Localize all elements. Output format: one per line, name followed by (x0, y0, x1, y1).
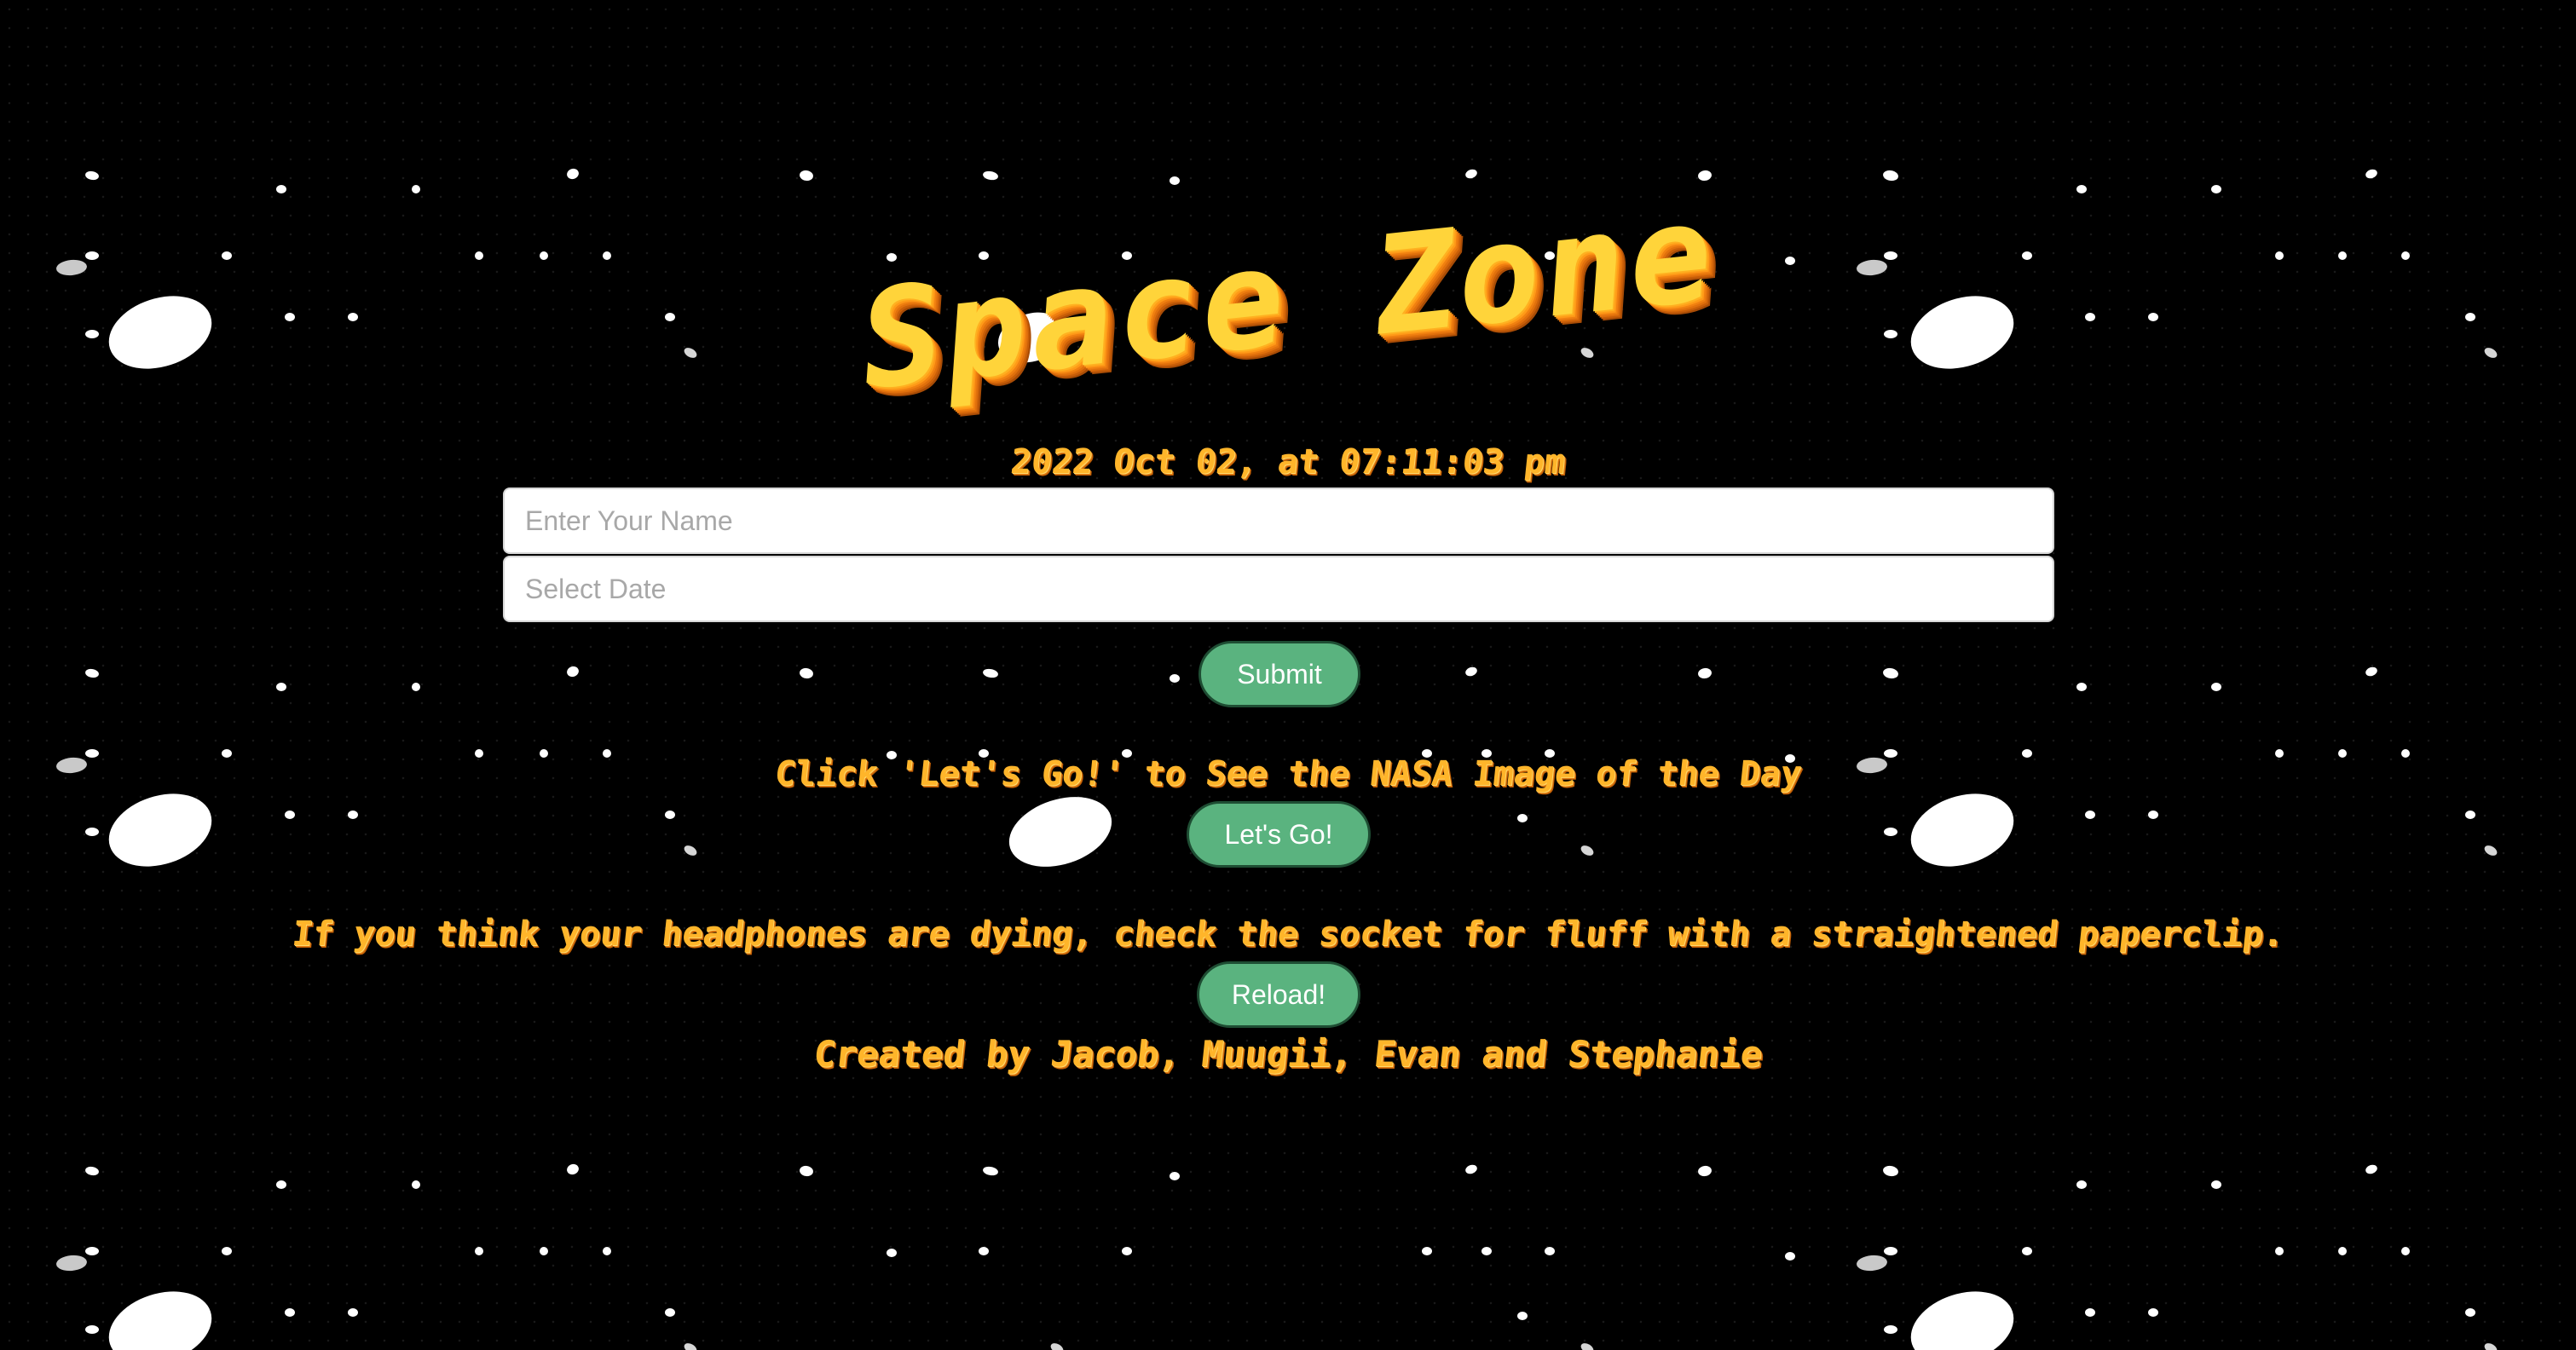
tip-text: If you think your headphones are dying, … (290, 914, 2286, 954)
main-content: Space Zone 2022 Oct 02, at 07:11:03 pm S… (0, 0, 2576, 1350)
reload-button[interactable]: Reload! (1197, 961, 1360, 1028)
apod-hint: Click 'Let's Go!' to See the NASA Image … (772, 754, 1804, 793)
date-input[interactable] (503, 556, 2054, 622)
lets-go-button[interactable]: Let's Go! (1187, 801, 1371, 868)
submit-button[interactable]: Submit (1198, 641, 1360, 707)
current-datetime: 2022 Oct 02, at 07:11:03 pm (1008, 442, 1568, 482)
name-input[interactable] (503, 488, 2054, 554)
space-background: Space Zone 2022 Oct 02, at 07:11:03 pm S… (0, 0, 2576, 1350)
credits: Created by Jacob, Muugii, Evan and Steph… (811, 1033, 1765, 1075)
